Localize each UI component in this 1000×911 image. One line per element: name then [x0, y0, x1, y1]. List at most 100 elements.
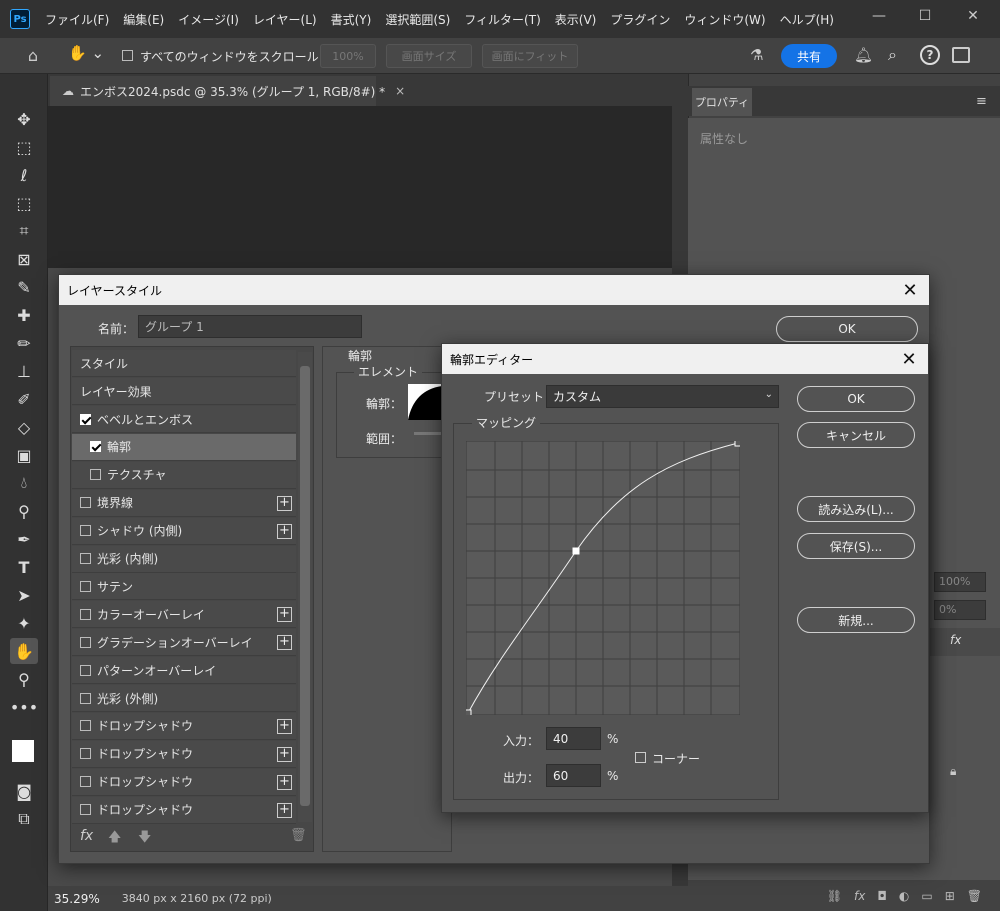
link-layers-icon[interactable]: ⛓: [827, 889, 842, 903]
gradient-tool-icon[interactable]: ▣: [10, 442, 38, 468]
hand-tool-icon[interactable]: ✋: [10, 638, 38, 664]
effect-item[interactable]: 境界線 +: [72, 489, 296, 517]
effect-item[interactable]: 光彩 (内側): [72, 545, 296, 573]
add-fx-icon[interactable]: fx: [854, 889, 865, 903]
corner-checkbox[interactable]: [635, 752, 646, 763]
move-tool-icon[interactable]: ✥: [10, 106, 38, 132]
contour-thumbnail[interactable]: [408, 384, 442, 420]
delete-effect-icon[interactable]: 🗑︎: [290, 828, 307, 843]
panel-menu-icon[interactable]: ≡: [976, 94, 987, 109]
menu-type[interactable]: 書式(Y): [324, 11, 379, 28]
add-effect-icon[interactable]: +: [277, 607, 292, 623]
contour-cancel-button[interactable]: キャンセル: [797, 422, 915, 448]
bell-icon[interactable]: 🔔︎: [854, 46, 873, 64]
effect-checkbox[interactable]: [80, 525, 91, 537]
add-effect-icon[interactable]: +: [277, 802, 292, 818]
effect-checkbox[interactable]: [80, 553, 91, 564]
effect-item[interactable]: ドロップシャドウ +: [72, 768, 296, 796]
contour-ok-button[interactable]: OK: [797, 386, 915, 412]
add-effect-icon[interactable]: +: [277, 774, 292, 790]
effect-item[interactable]: ベベルとエンボス: [72, 406, 296, 433]
close-tab-icon[interactable]: ×: [395, 84, 405, 98]
tab-properties[interactable]: プロパティ: [692, 88, 752, 116]
minimize-icon[interactable]: —: [856, 0, 902, 32]
effect-checkbox[interactable]: [80, 413, 91, 425]
move-up-icon[interactable]: 🡅: [108, 828, 121, 850]
curve-control-point[interactable]: [466, 709, 472, 715]
menu-plugins[interactable]: プラグイン: [603, 11, 677, 28]
new-layer-icon[interactable]: ⊞: [945, 889, 955, 903]
save-button[interactable]: 保存(S)...: [797, 533, 915, 559]
opacity-field[interactable]: 100%: [934, 572, 986, 592]
menu-image[interactable]: イメージ(I): [171, 11, 246, 28]
crop-tool-icon[interactable]: ⌗: [10, 218, 38, 244]
stamp-tool-icon[interactable]: ⊥: [10, 358, 38, 384]
load-button[interactable]: 読み込み(L)...: [797, 496, 915, 522]
menu-window[interactable]: ウィンドウ(W): [677, 11, 772, 28]
effect-item[interactable]: ドロップシャドウ +: [72, 712, 296, 740]
add-effect-icon[interactable]: +: [277, 746, 292, 762]
quick-mask-icon[interactable]: ◙: [10, 778, 38, 804]
curve-control-point[interactable]: [734, 441, 740, 447]
effect-checkbox[interactable]: [80, 804, 91, 816]
effect-checkbox[interactable]: [80, 748, 91, 760]
effect-item[interactable]: パターンオーバーレイ: [72, 657, 296, 685]
effect-checkbox[interactable]: [80, 720, 91, 732]
history-brush-tool-icon[interactable]: ✐: [10, 386, 38, 412]
style-list-scroll-thumb[interactable]: [300, 366, 310, 806]
shape-tool-icon[interactable]: ✦: [10, 610, 38, 636]
menu-view[interactable]: 表示(V): [548, 11, 604, 28]
workspace-icon[interactable]: [952, 47, 970, 63]
move-down-icon[interactable]: 🡇: [138, 828, 151, 850]
effect-checkbox[interactable]: [80, 692, 91, 704]
effect-checkbox[interactable]: [80, 776, 91, 788]
output-field[interactable]: 60: [546, 764, 601, 787]
effect-checkbox[interactable]: [90, 441, 101, 453]
close-icon[interactable]: ✕: [899, 279, 921, 301]
menu-layer[interactable]: レイヤー(L): [246, 11, 324, 28]
dodge-tool-icon[interactable]: ⚲: [10, 498, 38, 524]
add-mask-icon[interactable]: ◘: [877, 889, 887, 903]
fit-screen-button[interactable]: 画面サイズ: [386, 44, 472, 68]
menu-edit[interactable]: 編集(E): [116, 11, 171, 28]
add-effect-icon[interactable]: +: [277, 718, 292, 734]
object-select-tool-icon[interactable]: ⬚: [10, 190, 38, 216]
effect-item[interactable]: シャドウ (内側) +: [72, 517, 296, 545]
menu-file[interactable]: ファイル(F): [38, 11, 116, 28]
menu-filter[interactable]: フィルター(T): [457, 11, 547, 28]
frame-tool-icon[interactable]: ⊠: [10, 246, 38, 272]
add-effect-icon[interactable]: +: [277, 635, 292, 651]
preset-select[interactable]: カスタム ⌄: [546, 385, 779, 408]
effect-item[interactable]: テクスチャ: [72, 461, 296, 489]
input-field[interactable]: 40: [546, 727, 601, 750]
style-list-scrollbar[interactable]: [298, 352, 312, 822]
layer-fx-indicator[interactable]: fx: [950, 633, 961, 647]
close-window-icon[interactable]: ✕: [950, 0, 996, 32]
effect-item[interactable]: カラーオーバーレイ +: [72, 601, 296, 629]
marquee-tool-icon[interactable]: ⬚: [10, 134, 38, 160]
effect-checkbox[interactable]: [80, 636, 91, 648]
effect-checkbox[interactable]: [80, 497, 91, 509]
zoom-100-button[interactable]: 100%: [320, 44, 376, 68]
eyedropper-tool-icon[interactable]: ✎: [10, 274, 38, 300]
help-icon[interactable]: ?: [920, 45, 940, 65]
screen-mode-icon[interactable]: ⧉: [10, 806, 38, 832]
fill-screen-button[interactable]: 画面にフィット: [482, 44, 578, 68]
zoom-tool-icon[interactable]: ⚲: [10, 666, 38, 692]
contour-graph[interactable]: [466, 441, 740, 715]
share-button[interactable]: 共有: [781, 44, 837, 68]
home-icon[interactable]: ⌂: [22, 46, 44, 66]
zoom-level[interactable]: 35.29%: [54, 892, 100, 906]
pen-tool-icon[interactable]: ✒: [10, 526, 38, 552]
type-tool-icon[interactable]: T: [10, 554, 38, 580]
layer-style-ok-button[interactable]: OK: [776, 316, 918, 342]
lasso-tool-icon[interactable]: ℓ: [10, 162, 38, 188]
effect-item[interactable]: 輪郭: [72, 433, 296, 461]
hand-tool-preset-icon[interactable]: ✋ ⌄: [68, 44, 108, 68]
search-icon[interactable]: ⌕: [888, 45, 897, 65]
range-slider[interactable]: [414, 432, 442, 435]
effect-checkbox[interactable]: [80, 580, 91, 592]
new-button[interactable]: 新規...: [797, 607, 915, 633]
delete-layer-icon[interactable]: 🗑︎: [967, 889, 982, 903]
effect-item[interactable]: ドロップシャドウ +: [72, 740, 296, 768]
